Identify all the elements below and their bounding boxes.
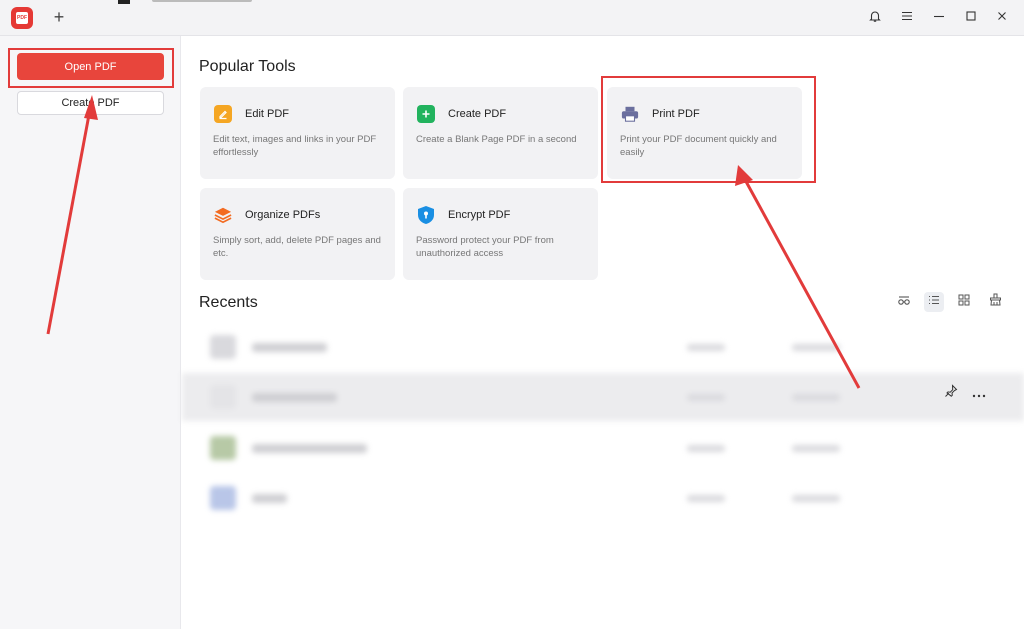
maximize-icon[interactable] (962, 9, 980, 27)
tool-desc: Edit text, images and links in your PDF … (213, 134, 377, 158)
new-tab-button[interactable]: + (50, 7, 68, 27)
app-logo-text: PDF (16, 12, 28, 24)
tool-card-organize-pdfs[interactable]: Organize PDFs Simply sort, add, delete P… (200, 188, 395, 280)
recents-list (182, 318, 1024, 538)
recents-title: Recents (199, 294, 258, 311)
create-pdf-button[interactable]: Create PDF (17, 91, 164, 115)
bell-icon[interactable] (866, 9, 884, 27)
shield-icon (417, 206, 435, 224)
tool-desc: Password protect your PDF from unauthori… (416, 235, 554, 259)
tool-title: Edit PDF (245, 108, 290, 120)
popular-tools-title: Popular Tools (199, 58, 296, 75)
sidebar: Open PDF Create PDF (0, 36, 181, 629)
clean-history-icon[interactable] (985, 292, 1005, 312)
tool-desc: Simply sort, add, delete PDF pages and e… (213, 235, 381, 259)
tool-card-encrypt-pdf[interactable]: Encrypt PDF Password protect your PDF fr… (403, 188, 598, 280)
print-pdf-highlight (601, 76, 816, 183)
tool-card-create-pdf[interactable]: Create PDF Create a Blank Page PDF in a … (403, 87, 598, 179)
more-options-icon[interactable] (972, 387, 986, 411)
app-logo-icon[interactable]: PDF (11, 7, 33, 29)
pin-icon[interactable] (944, 384, 958, 408)
title-bar: PDF + (0, 0, 1024, 36)
menu-icon[interactable] (898, 9, 916, 27)
plus-icon (417, 105, 435, 123)
tool-card-edit-pdf[interactable]: Edit PDF Edit text, images and links in … (200, 87, 395, 179)
tool-title: Create PDF (448, 108, 507, 120)
layers-icon (214, 206, 232, 224)
glasses-icon[interactable] (894, 292, 914, 312)
list-item[interactable] (182, 424, 1024, 472)
minimize-icon[interactable] (930, 9, 948, 27)
tool-desc: Create a Blank Page PDF in a second (416, 134, 577, 145)
tool-title: Encrypt PDF (448, 209, 511, 221)
close-icon[interactable] (993, 9, 1011, 27)
list-item[interactable] (182, 373, 1024, 421)
open-pdf-highlight (8, 48, 174, 88)
tool-title: Organize PDFs (245, 209, 321, 221)
window-title-ghost (118, 0, 258, 8)
edit-icon (214, 105, 232, 123)
grid-view-icon[interactable] (954, 292, 974, 312)
list-view-icon[interactable] (924, 292, 944, 312)
list-item[interactable] (182, 474, 1024, 522)
list-item[interactable] (182, 323, 1024, 371)
